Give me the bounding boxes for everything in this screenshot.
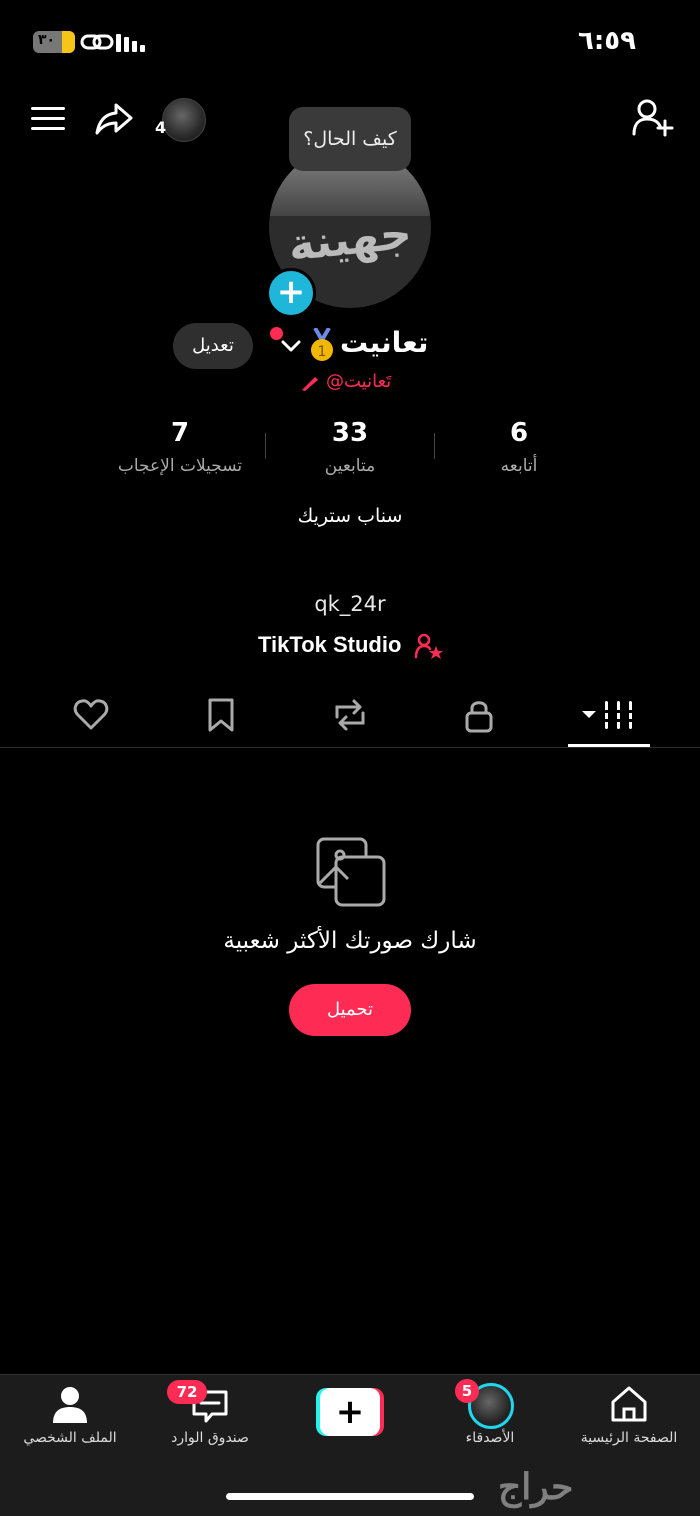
plus-icon: + (320, 1388, 380, 1436)
link-icon (80, 34, 114, 50)
private-tab-lock-icon[interactable] (463, 697, 495, 735)
following-count[interactable]: 6 (439, 418, 599, 448)
inbox-badge: 72 (167, 1380, 207, 1404)
videos-tab-grid-icon[interactable] (580, 697, 636, 733)
liked-tab-heart-icon[interactable] (73, 697, 109, 733)
battery-indicator: ٣٠ (33, 31, 75, 53)
studio-user-icon[interactable] (414, 633, 444, 659)
story-avatar[interactable] (162, 98, 206, 142)
bio-text: سناب ستريك (297, 505, 403, 527)
home-indicator[interactable] (226, 1493, 474, 1500)
add-avatar-button[interactable]: + (266, 268, 316, 318)
medal-icon: 1 (311, 328, 333, 361)
tabs-divider (0, 747, 700, 748)
status-time: ٦:٥٩ (578, 26, 637, 56)
username-handle: @تَعانيت (326, 371, 392, 392)
svg-text:1: 1 (318, 344, 327, 360)
profile-nav-label[interactable]: الملف الشخصي (0, 1430, 140, 1446)
watermark-logo: حراج (498, 1466, 574, 1508)
photo-stack-icon (316, 837, 386, 907)
chevron-down-icon[interactable] (280, 338, 302, 354)
home-nav-label[interactable]: الصفحة الرئيسية (559, 1430, 699, 1446)
followers-count[interactable]: 33 (270, 418, 430, 448)
note-bubble[interactable]: كيف الحال؟ (289, 107, 411, 171)
signal-icon (116, 34, 145, 52)
battery-level: ٣٠ (38, 32, 56, 48)
story-count: 4 (155, 118, 167, 137)
friends-badge: 5 (455, 1379, 479, 1403)
saved-tab-bookmark-icon[interactable] (205, 697, 237, 733)
share-icon[interactable] (94, 101, 134, 137)
pencil-icon[interactable] (299, 373, 321, 393)
upload-button[interactable]: تحميل (289, 984, 411, 1036)
likes-count[interactable]: 7 (100, 418, 260, 448)
create-button[interactable]: + (316, 1388, 384, 1436)
inbox-nav-label[interactable]: صندوق الوارد (140, 1430, 280, 1446)
edit-profile-button[interactable]: تعديل (173, 323, 253, 369)
following-label: أتابعه (500, 456, 538, 476)
likes-label: تسجيلات الإعجاب (117, 456, 243, 476)
display-name: تعانيت (340, 326, 429, 359)
menu-icon[interactable] (31, 106, 65, 132)
followers-label: متابعين (324, 456, 376, 476)
profile-link[interactable]: qk_24r (0, 592, 700, 616)
friends-nav-label[interactable]: الأصدقاء (420, 1430, 560, 1446)
add-friend-icon[interactable] (632, 99, 674, 137)
reposts-tab-repost-icon[interactable] (331, 697, 369, 733)
empty-state-message: شارك صورتك الأكثر شعبية (223, 928, 477, 954)
home-nav-icon[interactable] (609, 1385, 649, 1423)
tiktok-studio-link[interactable]: TikTok Studio (258, 632, 401, 658)
profile-nav-icon[interactable] (52, 1386, 88, 1424)
